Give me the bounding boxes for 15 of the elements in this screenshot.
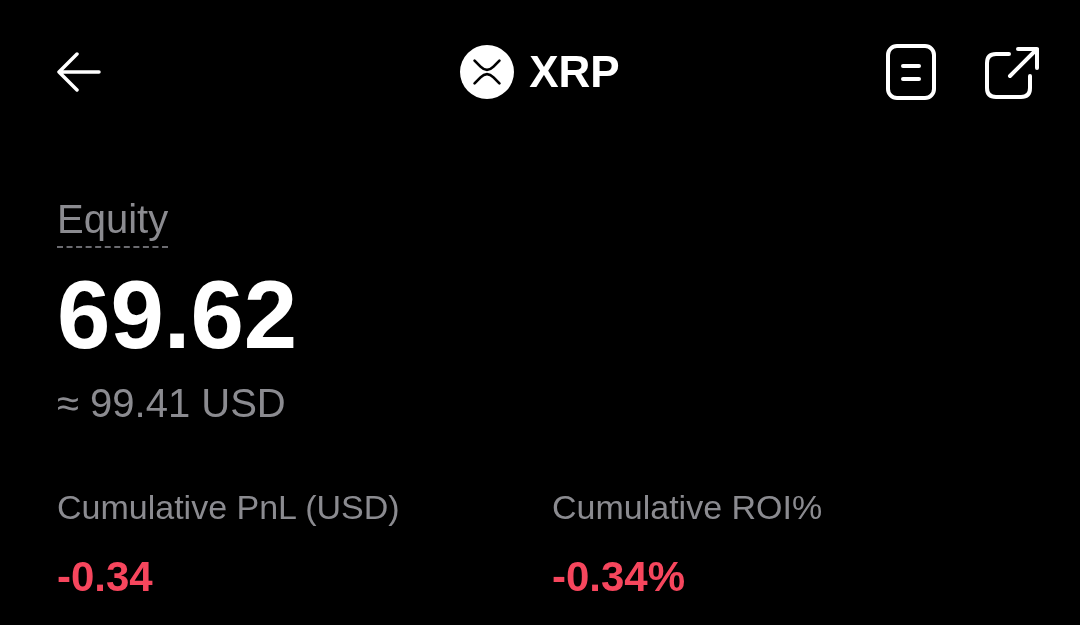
back-button[interactable] bbox=[57, 52, 101, 92]
back-arrow-icon bbox=[57, 52, 101, 92]
coin-title: XRP bbox=[529, 50, 620, 94]
equity-label[interactable]: Equity bbox=[57, 196, 169, 248]
equity-usd-value: ≈ 99.41 USD bbox=[57, 380, 286, 426]
equity-value: 69.62 bbox=[57, 267, 298, 363]
stat-value: -0.34% bbox=[552, 553, 686, 601]
document-icon bbox=[886, 44, 936, 100]
stat-value: -0.34 bbox=[57, 553, 153, 601]
share-button[interactable] bbox=[985, 45, 1040, 99]
coin-logo-icon bbox=[460, 45, 515, 99]
stat-label: Cumulative PnL (USD) bbox=[57, 487, 400, 527]
document-button[interactable] bbox=[886, 44, 936, 100]
external-link-icon bbox=[985, 45, 1040, 99]
stat-label: Cumulative ROI% bbox=[552, 487, 823, 527]
